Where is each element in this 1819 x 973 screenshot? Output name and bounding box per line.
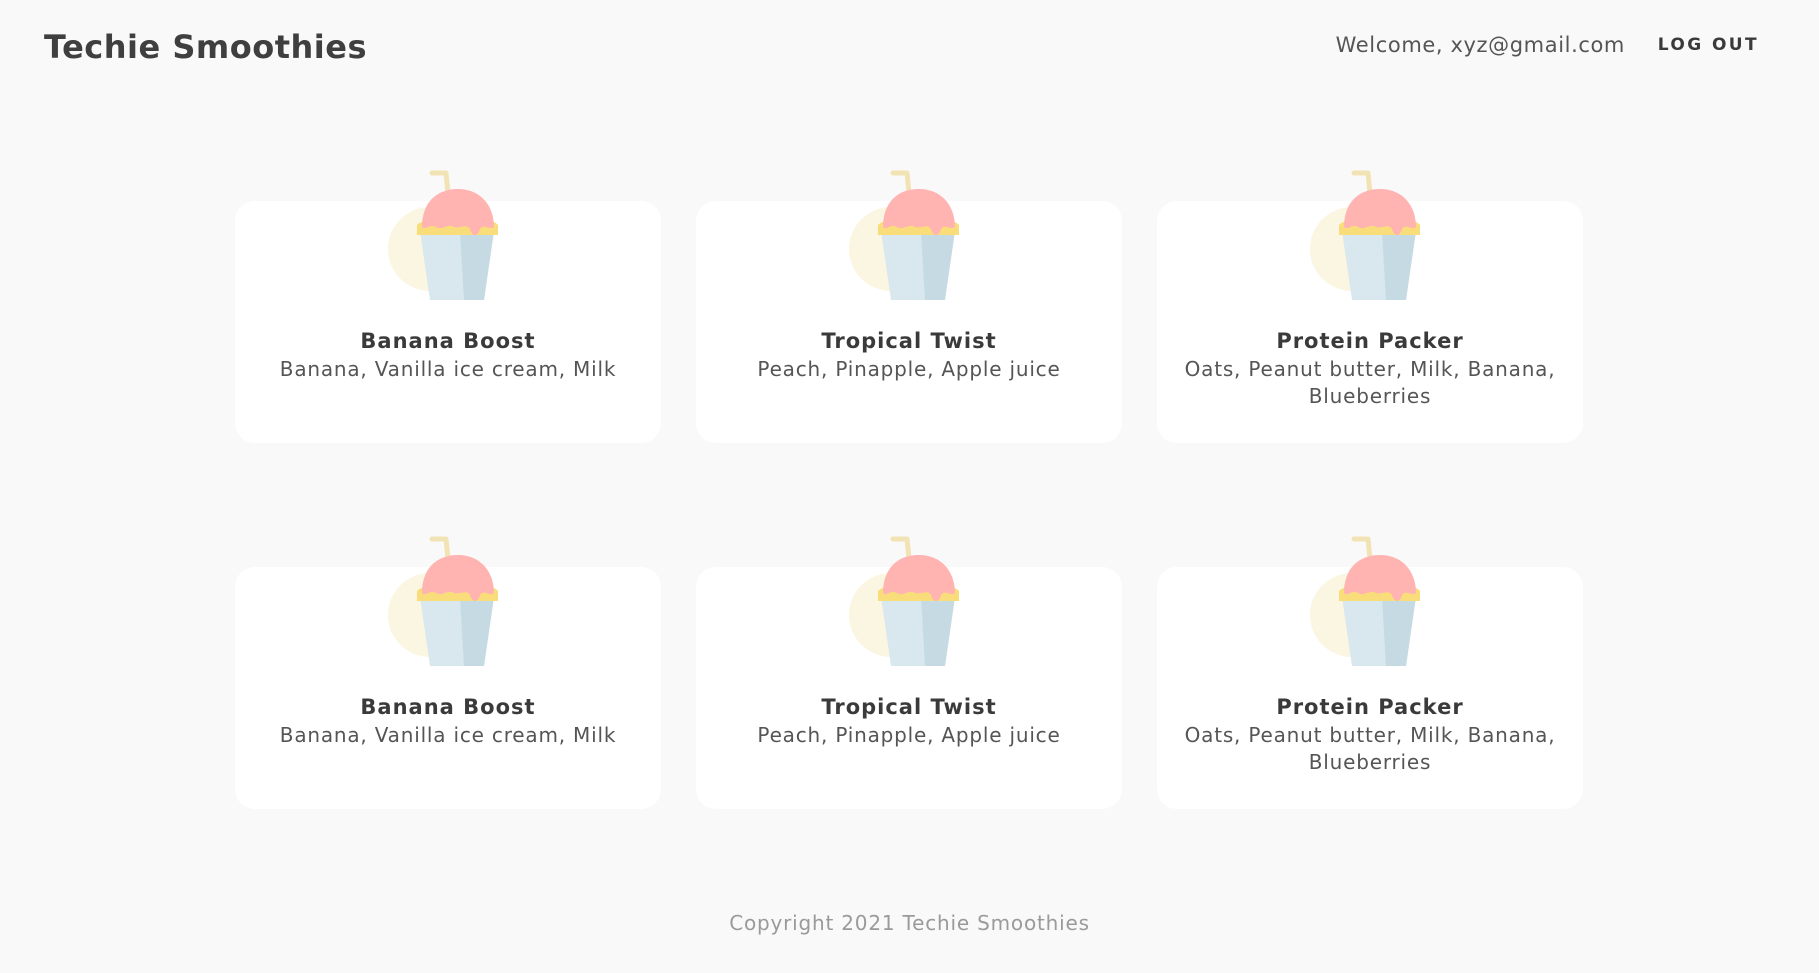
smoothie-ingredients: Peach, Pinapple, Apple juice: [757, 357, 1061, 381]
smoothie-ingredients: Banana, Vanilla ice cream, Milk: [279, 357, 617, 381]
smoothie-card[interactable]: Banana Boost Banana, Vanilla ice cream, …: [235, 536, 661, 809]
smoothie-ingredients: Peach, Pinapple, Apple juice: [757, 723, 1061, 747]
smoothie-cup-icon: [849, 531, 969, 671]
smoothie-ingredients: Oats, Peanut butter, Milk, Banana, Blueb…: [1184, 357, 1556, 408]
welcome-message: Welcome, xyz@gmail.com: [1335, 33, 1625, 57]
smoothie-ingredients: Banana, Vanilla ice cream, Milk: [279, 723, 617, 747]
smoothie-card[interactable]: Tropical Twist Peach, Pinapple, Apple ju…: [696, 170, 1122, 443]
smoothie-card[interactable]: Protein Packer Oats, Peanut butter, Milk…: [1157, 536, 1583, 809]
smoothie-name: Tropical Twist: [821, 329, 997, 353]
smoothie-card[interactable]: Protein Packer Oats, Peanut butter, Milk…: [1157, 170, 1583, 443]
smoothie-name: Protein Packer: [1276, 695, 1464, 719]
smoothie-cup-icon: [1310, 165, 1430, 305]
smoothie-cup-icon: [849, 165, 969, 305]
smoothie-cup-icon: [1310, 531, 1430, 671]
smoothie-ingredients: Oats, Peanut butter, Milk, Banana, Blueb…: [1184, 723, 1556, 774]
smoothie-name: Banana Boost: [360, 695, 536, 719]
copyright-text: Copyright 2021 Techie Smoothies: [729, 911, 1090, 935]
header: Techie Smoothies Welcome, xyz@gmail.com …: [0, 0, 1819, 96]
smoothie-cup-icon: [388, 165, 508, 305]
smoothie-grid: Banana Boost Banana, Vanilla ice cream, …: [235, 165, 1585, 809]
footer: Copyright 2021 Techie Smoothies: [0, 911, 1819, 935]
smoothie-name: Tropical Twist: [821, 695, 997, 719]
brand-title[interactable]: Techie Smoothies: [44, 28, 367, 66]
logout-button[interactable]: LOG OUT: [1658, 35, 1759, 55]
page: Techie Smoothies Welcome, xyz@gmail.com …: [0, 0, 1819, 973]
smoothie-card[interactable]: Tropical Twist Peach, Pinapple, Apple ju…: [696, 536, 1122, 809]
smoothie-name: Banana Boost: [360, 329, 536, 353]
smoothie-cup-icon: [388, 531, 508, 671]
smoothie-card[interactable]: Banana Boost Banana, Vanilla ice cream, …: [235, 170, 661, 443]
smoothie-name: Protein Packer: [1276, 329, 1464, 353]
